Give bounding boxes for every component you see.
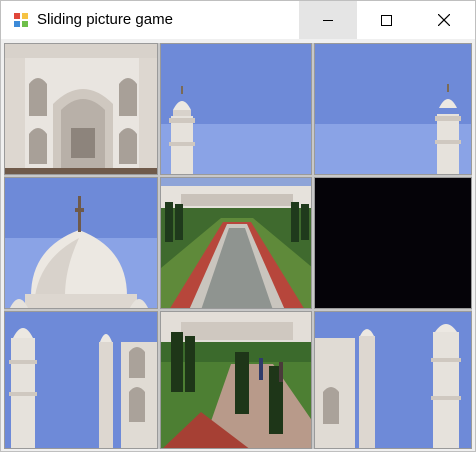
minimize-icon — [323, 19, 333, 21]
app-icon — [14, 13, 28, 27]
minimize-button[interactable] — [299, 1, 357, 39]
title-bar[interactable]: Sliding picture game — [1, 1, 475, 39]
empty-tile[interactable] — [314, 177, 472, 309]
close-icon — [438, 14, 450, 26]
puzzle-tile-7[interactable] — [4, 311, 158, 449]
puzzle-tile-4[interactable] — [4, 177, 158, 309]
window-title: Sliding picture game — [37, 11, 173, 28]
puzzle-tile-5[interactable] — [160, 177, 312, 309]
puzzle-tile-9[interactable] — [314, 311, 472, 449]
maximize-button[interactable] — [357, 1, 415, 39]
puzzle-tile-2[interactable] — [160, 43, 312, 175]
app-window: Sliding picture game — [0, 0, 476, 452]
puzzle-tile-1[interactable] — [4, 43, 158, 175]
puzzle-tile-8[interactable] — [160, 311, 312, 449]
puzzle-board — [4, 43, 472, 449]
close-button[interactable] — [415, 1, 473, 39]
maximize-icon — [380, 14, 392, 26]
puzzle-tile-3[interactable] — [314, 43, 472, 175]
